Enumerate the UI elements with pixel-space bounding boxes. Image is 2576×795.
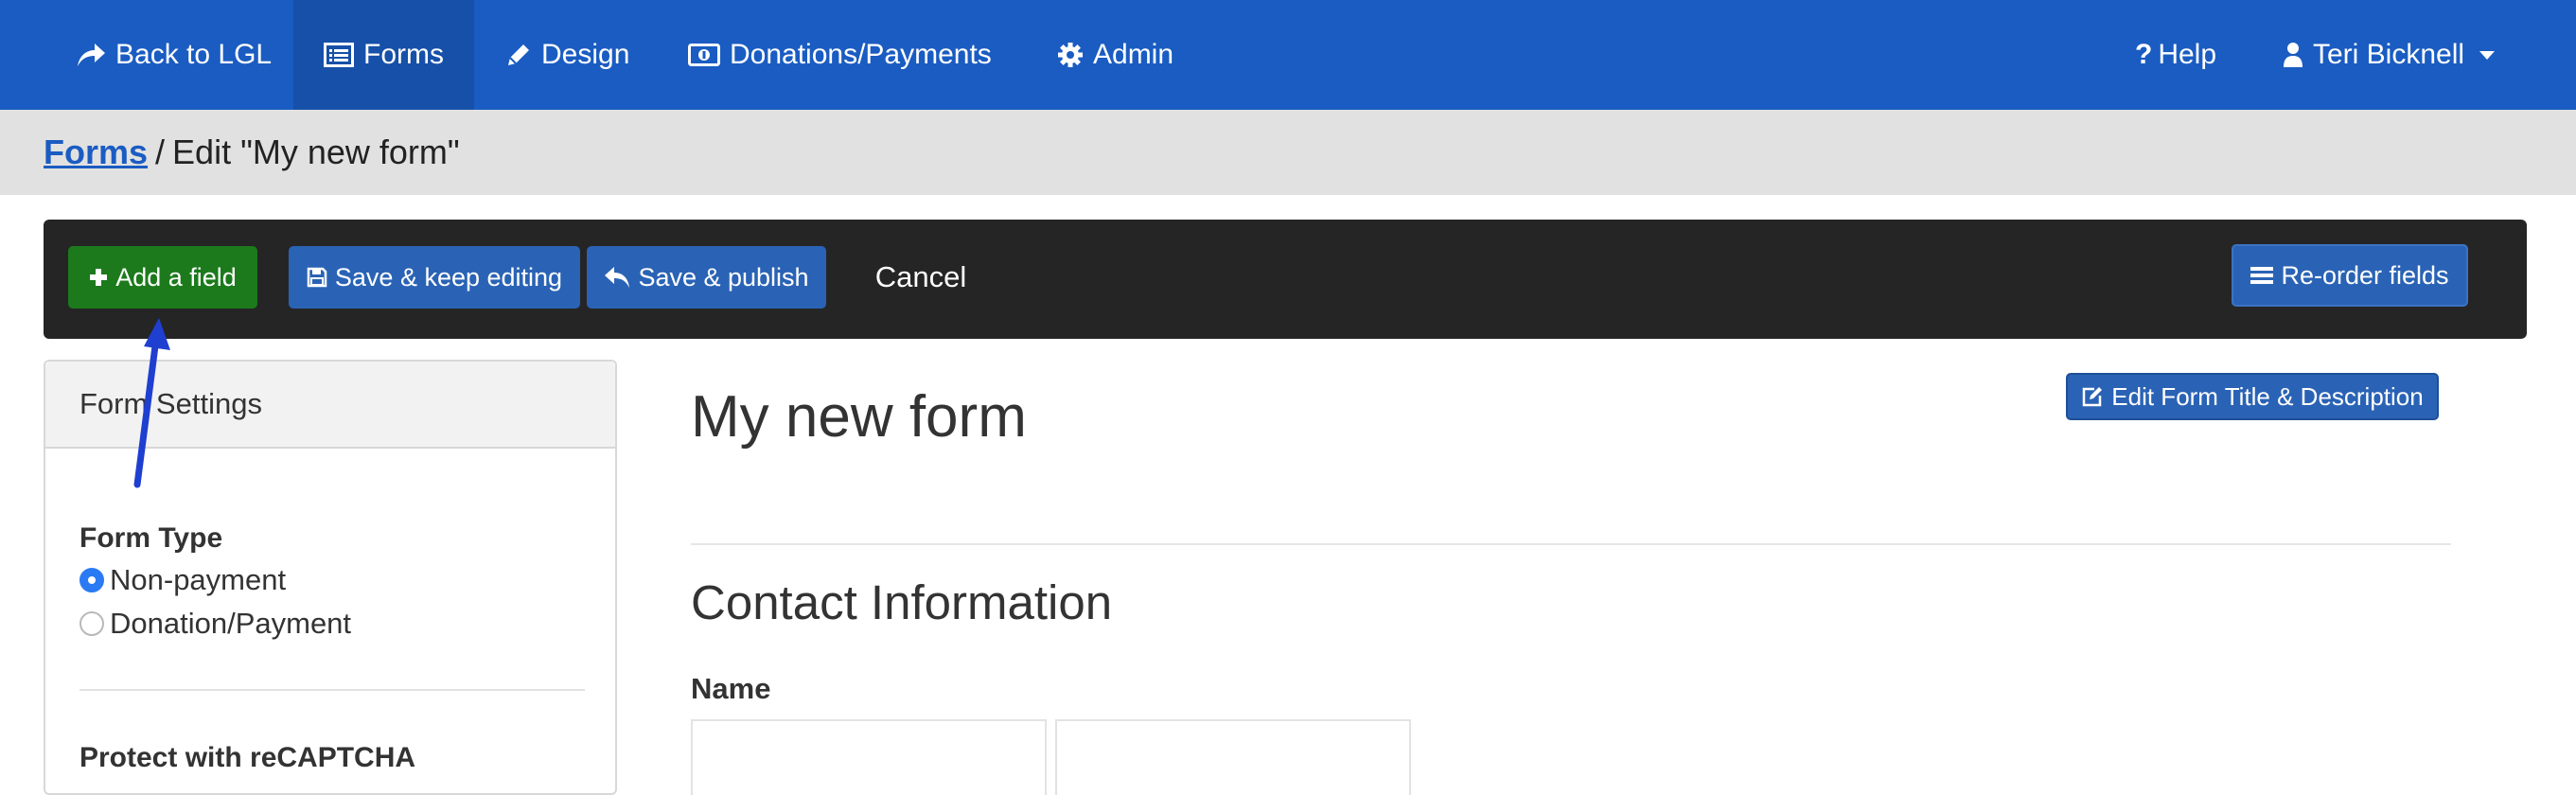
cancel-label: Cancel [874, 260, 967, 293]
add-field-button[interactable]: Add a field [68, 246, 257, 309]
breadcrumb-forms-link[interactable]: Forms [44, 132, 148, 172]
chevron-down-icon [2479, 50, 2496, 60]
pencil-icon [505, 42, 532, 68]
share-arrow-icon [76, 42, 106, 68]
nav-donations-label: Donations/Payments [730, 39, 992, 70]
save-keep-editing-label: Save & keep editing [334, 262, 563, 292]
form-type-label: Form Type [79, 522, 223, 554]
form-type-option-non-payment[interactable]: Non-payment [79, 563, 286, 597]
nav-donations-payments[interactable]: Donations/Payments [688, 0, 992, 110]
recaptcha-label: Protect with reCAPTCHA [79, 742, 416, 773]
bars-icon [2250, 266, 2274, 285]
nav-help[interactable]: ? Help [2135, 0, 2216, 110]
add-field-label: Add a field [115, 262, 237, 292]
question-icon: ? [2135, 39, 2153, 70]
last-name-input[interactable] [1055, 719, 1411, 795]
nav-admin-label: Admin [1093, 39, 1174, 70]
edit-icon [2081, 386, 2104, 407]
nav-design[interactable]: Design [505, 0, 629, 110]
top-navbar: Back to LGL Forms Design Donations/Payme… [0, 0, 2576, 110]
breadcrumb-separator: / [155, 132, 166, 171]
section-title: Contact Information [691, 575, 1113, 629]
nav-user-label: Teri Bicknell [2313, 39, 2465, 70]
save-keep-editing-button[interactable]: Save & keep editing [289, 246, 580, 309]
annotation-arrow-icon [133, 318, 170, 488]
breadcrumb: Forms / Edit "My new form" [44, 110, 460, 195]
nav-forms-label: Forms [363, 39, 444, 70]
floppy-disk-icon [307, 267, 327, 288]
nav-forms[interactable]: Forms [293, 0, 474, 110]
name-field-label: Name [691, 672, 771, 705]
nav-back-label: Back to LGL [115, 39, 273, 70]
reply-arrow-icon [604, 266, 630, 289]
editor-toolbar: Add a field Save & keep editing Save & p… [44, 220, 2527, 339]
form-title: My new form [691, 384, 1027, 450]
cancel-button[interactable]: Cancel [852, 246, 990, 309]
nav-admin[interactable]: Admin [1057, 0, 1173, 110]
nav-user-menu[interactable]: Teri Bicknell [2283, 0, 2496, 110]
radio-checked-icon[interactable] [79, 568, 104, 592]
panel-divider [79, 689, 585, 691]
form-type-option-label: Non-payment [110, 563, 287, 596]
plus-icon [89, 268, 108, 287]
form-type-option-donation-payment[interactable]: Donation/Payment [79, 607, 351, 641]
reorder-fields-label: Re-order fields [2281, 260, 2449, 290]
breadcrumb-current: Edit "My new form" [172, 132, 460, 171]
section-divider [691, 543, 2451, 545]
radio-unchecked-icon[interactable] [79, 611, 104, 636]
nav-design-label: Design [541, 39, 630, 70]
form-type-option-label: Donation/Payment [110, 607, 352, 640]
money-icon [688, 44, 720, 66]
user-icon [2283, 42, 2303, 68]
nav-back-to-lgl[interactable]: Back to LGL [76, 0, 272, 110]
gear-icon [1057, 42, 1084, 68]
list-alt-icon [324, 43, 354, 67]
edit-form-title-label: Edit Form Title & Description [2111, 381, 2424, 411]
save-publish-button[interactable]: Save & publish [587, 246, 826, 309]
edit-form-title-button[interactable]: Edit Form Title & Description [2066, 373, 2439, 420]
reorder-fields-button[interactable]: Re-order fields [2232, 244, 2468, 307]
nav-help-label: Help [2158, 39, 2217, 70]
breadcrumb-bar: Forms / Edit "My new form" [0, 110, 2576, 195]
save-publish-label: Save & publish [638, 262, 809, 292]
first-name-input[interactable] [691, 719, 1047, 795]
